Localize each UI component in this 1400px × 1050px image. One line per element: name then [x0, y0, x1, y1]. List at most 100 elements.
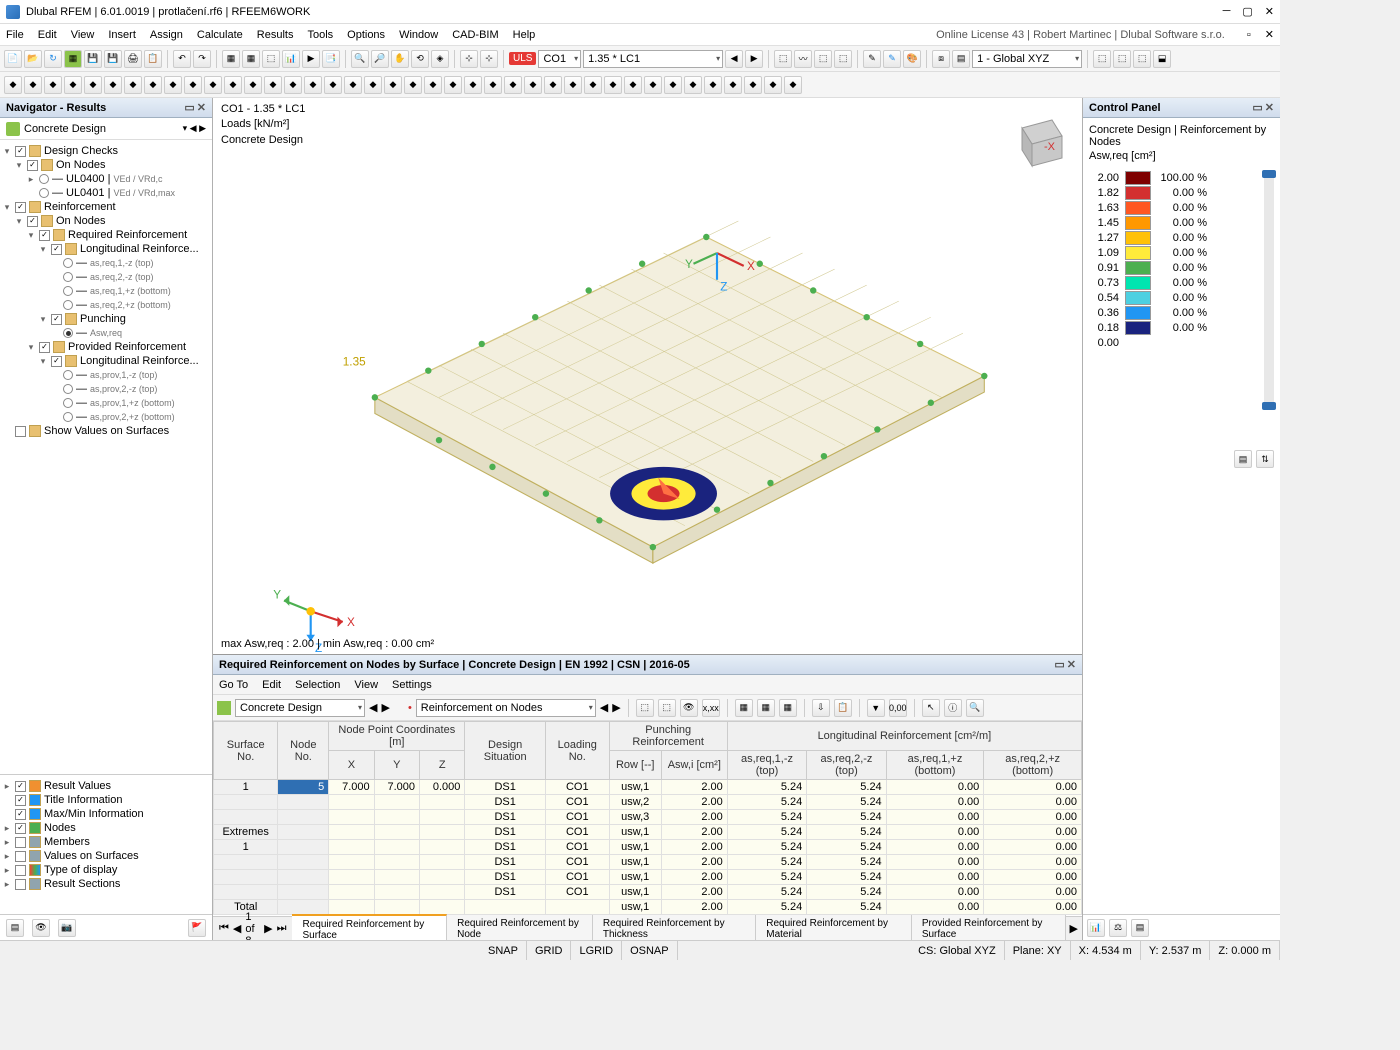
- tool2-25-icon[interactable]: ◆: [504, 76, 522, 94]
- x1-icon[interactable]: ⬚: [1093, 50, 1111, 68]
- results-table[interactable]: Surface No. Node No. Node Point Coordina…: [213, 721, 1082, 916]
- panel-close-icon[interactable]: ✕: [197, 101, 206, 114]
- rp-info-icon[interactable]: ⓘ: [944, 699, 962, 717]
- color-icon[interactable]: 🎨: [903, 50, 921, 68]
- rp-t4-icon[interactable]: ▦: [735, 699, 753, 717]
- cp-t1-icon[interactable]: 📊: [1087, 919, 1105, 937]
- rp-pick-icon[interactable]: ↖: [922, 699, 940, 717]
- tool2-32-icon[interactable]: ◆: [644, 76, 662, 94]
- tool2-26-icon[interactable]: ◆: [524, 76, 542, 94]
- grid-toggle[interactable]: GRID: [527, 941, 572, 960]
- navigator-lower-tree[interactable]: ▸✓Result Values ✓Title Information ✓Max/…: [0, 774, 212, 914]
- next-icon[interactable]: ▶: [745, 50, 763, 68]
- rp-t1-icon[interactable]: ⬚: [636, 699, 654, 717]
- cp-close-icon[interactable]: ✕: [1265, 101, 1274, 114]
- nav-ic1-icon[interactable]: ▤: [6, 919, 24, 937]
- rp-t6-icon[interactable]: ▦: [779, 699, 797, 717]
- layer-icon[interactable]: ▤: [952, 50, 970, 68]
- menu-file[interactable]: File: [6, 29, 24, 41]
- tool-icon[interactable]: ⬚: [262, 50, 280, 68]
- minimize-icon[interactable]: ─: [1223, 5, 1231, 18]
- tool2-2-icon[interactable]: ◆: [44, 76, 62, 94]
- tool2-10-icon[interactable]: ◆: [204, 76, 222, 94]
- float-icon[interactable]: ▭: [184, 101, 194, 114]
- chart-icon[interactable]: 📊: [282, 50, 300, 68]
- menu-options[interactable]: Options: [347, 29, 385, 41]
- rp-t3-icon[interactable]: x,xx: [702, 699, 720, 717]
- mdi-close-icon[interactable]: ✕: [1265, 28, 1274, 41]
- rp-settings[interactable]: Settings: [392, 679, 432, 691]
- tab-material[interactable]: Required Reinforcement by Material: [756, 915, 912, 943]
- t3-icon[interactable]: ⬚: [814, 50, 832, 68]
- first-icon[interactable]: ⏮: [219, 922, 229, 935]
- redo-icon[interactable]: ↷: [193, 50, 211, 68]
- tool2-35-icon[interactable]: ◆: [704, 76, 722, 94]
- 3d-viewport[interactable]: CO1 - 1.35 * LC1 Loads [kN/m²] Concrete …: [213, 98, 1082, 654]
- tool2-20-icon[interactable]: ◆: [404, 76, 422, 94]
- print-icon[interactable]: 🖨: [124, 50, 142, 68]
- menu-insert[interactable]: Insert: [108, 29, 136, 41]
- tool2-15-icon[interactable]: ◆: [304, 76, 322, 94]
- snap-toggle[interactable]: SNAP: [480, 941, 527, 960]
- rp-edit[interactable]: Edit: [262, 679, 281, 691]
- snap-icon[interactable]: ⊹: [460, 50, 478, 68]
- load-combo[interactable]: CO1: [538, 50, 581, 68]
- rp-t2-icon[interactable]: ⬚: [658, 699, 676, 717]
- t1-icon[interactable]: ⬚: [774, 50, 792, 68]
- nav-eye-icon[interactable]: 👁: [32, 919, 50, 937]
- rp-prev1-icon[interactable]: ◀: [369, 701, 377, 714]
- cp-float-icon[interactable]: ▭: [1252, 101, 1262, 114]
- workplane-combo[interactable]: 1 - Global XYZ: [972, 50, 1082, 68]
- view-cube[interactable]: -X: [1002, 108, 1072, 178]
- rp-float-icon[interactable]: ▭: [1054, 658, 1064, 671]
- rp-unit-icon[interactable]: 0,00: [889, 699, 907, 717]
- close-icon[interactable]: ✕: [1265, 5, 1274, 18]
- rp-export-icon[interactable]: ⇩: [812, 699, 830, 717]
- tool2-27-icon[interactable]: ◆: [544, 76, 562, 94]
- rotate-icon[interactable]: ⟲: [411, 50, 429, 68]
- snap2-icon[interactable]: ⊹: [480, 50, 498, 68]
- rp-combo1[interactable]: Concrete Design: [235, 699, 365, 717]
- prev-icon[interactable]: ◀: [233, 922, 241, 935]
- rp-copy-icon[interactable]: 📋: [834, 699, 852, 717]
- refresh-icon[interactable]: ↻: [44, 50, 62, 68]
- draw-icon[interactable]: ✎: [883, 50, 901, 68]
- menu-assign[interactable]: Assign: [150, 29, 183, 41]
- run-icon[interactable]: ▶: [302, 50, 320, 68]
- rp-next2-icon[interactable]: ▶: [612, 701, 620, 714]
- new-icon[interactable]: 📄: [4, 50, 22, 68]
- tool2-16-icon[interactable]: ◆: [324, 76, 342, 94]
- rp-zoom-icon[interactable]: 🔍: [966, 699, 984, 717]
- rp-view[interactable]: View: [354, 679, 378, 691]
- t2-icon[interactable]: 〰: [794, 50, 812, 68]
- rp-t5-icon[interactable]: ▦: [757, 699, 775, 717]
- cp-t2-icon[interactable]: ⚖: [1109, 919, 1127, 937]
- menu-help[interactable]: Help: [513, 29, 536, 41]
- rp-filter-icon[interactable]: ▼: [867, 699, 885, 717]
- menu-view[interactable]: View: [71, 29, 95, 41]
- menu-calculate[interactable]: Calculate: [197, 29, 243, 41]
- tab-surface[interactable]: Required Reinforcement by Surface: [292, 914, 447, 944]
- zoomext-icon[interactable]: 🔎: [371, 50, 389, 68]
- tool2-39-icon[interactable]: ◆: [784, 76, 802, 94]
- 3d-icon[interactable]: ◈: [431, 50, 449, 68]
- osnap-toggle[interactable]: OSNAP: [622, 941, 678, 960]
- tool2-6-icon[interactable]: ◆: [124, 76, 142, 94]
- page-icon[interactable]: 📋: [144, 50, 162, 68]
- undo-icon[interactable]: ↶: [173, 50, 191, 68]
- nav-cam-icon[interactable]: 📷: [58, 919, 76, 937]
- tool2-24-icon[interactable]: ◆: [484, 76, 502, 94]
- last-icon[interactable]: ⏭: [277, 922, 287, 935]
- rp-combo2[interactable]: Reinforcement on Nodes: [416, 699, 596, 717]
- tool2-37-icon[interactable]: ◆: [744, 76, 762, 94]
- tool2-30-icon[interactable]: ◆: [604, 76, 622, 94]
- grid2-icon[interactable]: ▦: [242, 50, 260, 68]
- tool2-5-icon[interactable]: ◆: [104, 76, 122, 94]
- tool2-4-icon[interactable]: ◆: [84, 76, 102, 94]
- open-icon[interactable]: 📂: [24, 50, 42, 68]
- legend-slider[interactable]: [1264, 170, 1274, 410]
- tab-provided[interactable]: Provided Reinforcement by Surface: [912, 915, 1066, 943]
- mdi-restore-icon[interactable]: ▫: [1247, 29, 1251, 41]
- report-icon[interactable]: 📑: [322, 50, 340, 68]
- tool2-12-icon[interactable]: ◆: [244, 76, 262, 94]
